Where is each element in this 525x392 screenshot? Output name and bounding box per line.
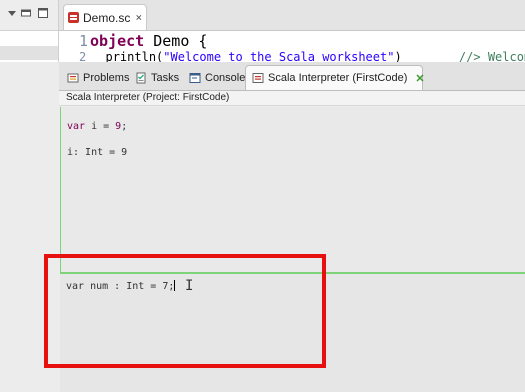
scala-interpreter-icon [252,73,264,83]
tab-problems[interactable]: Problems [61,65,135,90]
line-number: 2 [79,50,87,62]
package-explorer-pane [0,0,59,62]
editor-tab-bar: Demo.sc [59,0,525,31]
console-icon [189,72,201,83]
output-text: i = [85,121,116,132]
code-string: "Welcome to the Scala worksheet" [163,50,395,62]
tab-label: Scala Interpreter (FirstCode) [268,72,408,84]
minimize-icon[interactable] [20,7,32,19]
line-number: 1 [79,32,89,50]
tab-tasks[interactable]: Tasks [129,65,185,90]
code-text: Demo { [144,32,208,50]
editor-tab-demo[interactable]: Demo.sc [63,4,147,30]
code-keyword: object [90,32,145,50]
tab-label: Tasks [151,71,180,84]
interpreter-output: var i = 9; i: Int = 9 [60,107,525,273]
output-keyword: var [67,121,86,132]
output-text: ; [121,121,128,132]
view-tab-bar: Problems Tasks Console Scala Interpreter… [59,62,525,91]
tab-console[interactable]: Console [183,65,251,90]
close-icon[interactable]: ✕ [415,72,424,85]
output-line: i: Int = 9 [67,147,128,158]
code-line-1: 1 object Demo { [79,32,207,50]
tab-label: Problems [83,71,130,84]
tab-scala-interpreter[interactable]: Scala Interpreter (FirstCode) ✕ [245,65,425,90]
package-explorer-toolbar [0,0,58,31]
output-line: var i = 9; [67,121,127,132]
tasks-icon [136,72,146,83]
code-line-2: 2 println("Welcome to the Scala workshee… [79,50,525,62]
close-icon[interactable] [136,13,142,22]
maximize-icon[interactable] [37,7,49,19]
scala-file-icon [68,12,79,23]
view-menu-icon[interactable] [6,7,18,19]
problems-icon [67,73,79,82]
interpreter-header: Scala Interpreter (Project: FirstCode) [59,91,525,106]
editor-area: Demo.sc 1 object Demo { 2 println("Welcom… [59,0,525,62]
code-text: println( [105,50,164,62]
code-editor[interactable]: 1 object Demo { 2 println("Welcome to the… [59,31,525,62]
package-explorer-selected-row[interactable] [0,46,58,60]
code-text: ) [394,50,402,62]
editor-tab-label: Demo.sc [83,10,131,25]
code-comment: //> Welcome [458,50,525,62]
tab-label: Console [205,71,246,84]
red-highlight-box [44,254,326,368]
